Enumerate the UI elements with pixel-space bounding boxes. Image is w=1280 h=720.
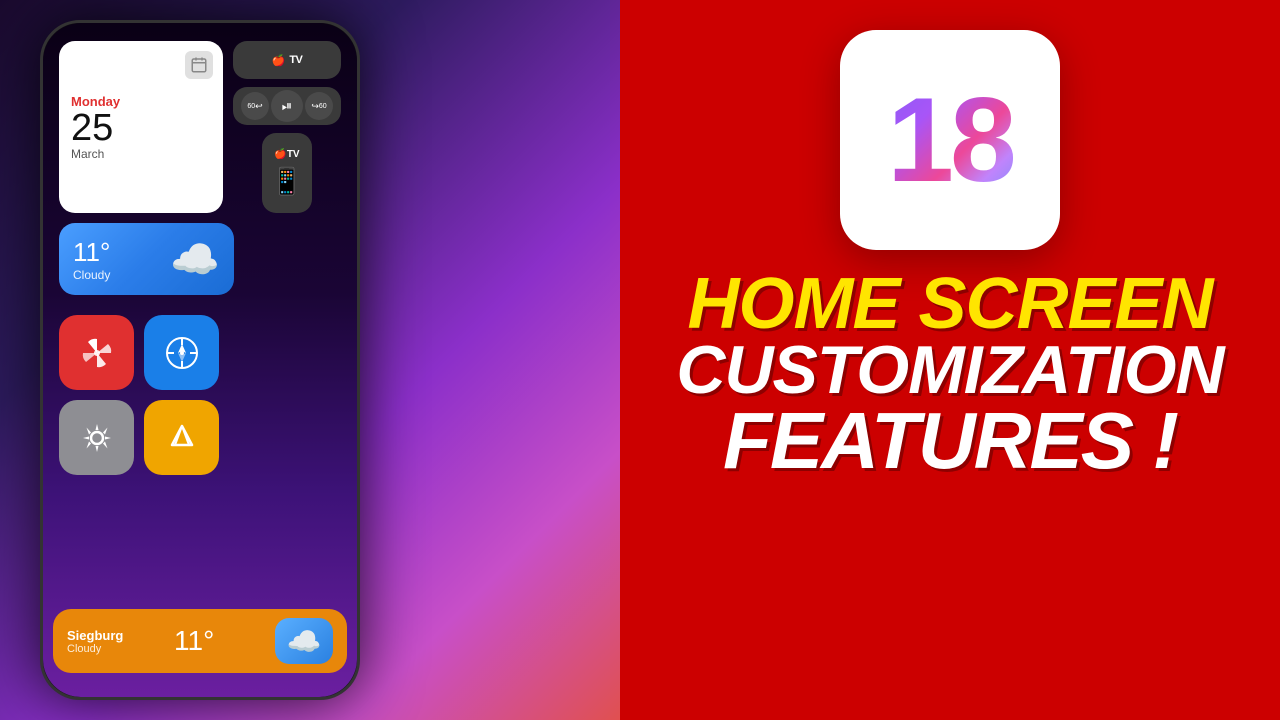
bottom-city-info: Siegburg Cloudy <box>67 628 123 655</box>
phone-mockup: Monday 25 March 🍎 TV <box>40 20 360 700</box>
title-line-1: HOME SCREEN <box>676 270 1223 338</box>
skip-forward-num: 60 <box>319 103 327 110</box>
skip-back-icon: ↩ <box>255 101 263 112</box>
tv-remote-widget: 🍎TV 📱 <box>262 133 312 213</box>
settings-app-icon[interactable] <box>59 400 134 475</box>
weather-description: Cloudy <box>73 268 110 282</box>
media-controls-widget: 60 ↩ ⏯ ↪ 60 <box>233 87 341 125</box>
calendar-icon <box>185 51 213 79</box>
title-line-3: FEATURES ! <box>676 403 1223 479</box>
google-drive-app-icon[interactable] <box>144 400 219 475</box>
weather-cloud-icon: ☁️ <box>170 236 220 283</box>
skip-back-button[interactable]: 60 ↩ <box>241 92 269 120</box>
bottom-weather-bar: Siegburg Cloudy 11° ☁️ <box>53 609 347 673</box>
app-icons-container <box>59 315 234 475</box>
tv-widget: 🍎 TV 60 ↩ ⏯ ↪ 60 <box>233 41 341 213</box>
weather-info: 11° Cloudy <box>73 237 110 282</box>
ios18-version-text: 18 <box>887 80 1012 200</box>
media-controls: 60 ↩ ⏯ ↪ 60 <box>241 90 333 122</box>
safari-app-icon[interactable] <box>144 315 219 390</box>
play-pause-button[interactable]: ⏯ <box>271 90 303 122</box>
pinwheel-svg <box>78 334 116 372</box>
title-block: HOME SCREEN CUSTOMIZATION FEATURES ! <box>646 270 1253 479</box>
date-number: 25 <box>71 109 211 147</box>
bottom-temperature: 11° <box>174 625 214 657</box>
appletv-logo-widget: 🍎 TV <box>233 41 341 79</box>
appletv-remote-label: 🍎TV <box>274 149 299 160</box>
title-line-2: CUSTOMIZATION <box>676 338 1223 403</box>
weather-row: 11° Cloudy ☁️ <box>59 223 341 305</box>
play-pause-icon: ⏯ <box>282 98 292 114</box>
skip-back-num: 60 <box>247 103 255 110</box>
apple-logo-icon: 🍎 <box>272 54 286 67</box>
skip-forward-icon: ↪ <box>311 101 319 112</box>
settings-svg <box>78 419 116 457</box>
tv-label: TV <box>289 54 302 66</box>
ios18-app-icon: 18 <box>840 30 1060 250</box>
weather-temperature: 11° <box>73 237 110 268</box>
skip-forward-button[interactable]: ↪ 60 <box>305 92 333 120</box>
drive-svg <box>163 419 201 457</box>
date-widget: Monday 25 March <box>59 41 223 213</box>
compass-svg <box>163 334 201 372</box>
bottom-city-name: Siegburg <box>67 628 123 643</box>
phone-screen: Monday 25 March 🍎 TV <box>43 23 357 697</box>
top-widgets-row: Monday 25 March 🍎 TV <box>59 41 341 213</box>
pinwheel-app-icon[interactable] <box>59 315 134 390</box>
remote-icon: 📱 <box>271 166 303 197</box>
bottom-weather-desc: Cloudy <box>67 643 123 655</box>
app-grid <box>59 315 341 475</box>
bottom-cloud-icon: ☁️ <box>275 618 333 664</box>
date-month: March <box>71 147 211 161</box>
right-branding-section: 18 HOME SCREEN CUSTOMIZATION FEATURES ! <box>620 0 1280 720</box>
weather-widget: 11° Cloudy ☁️ <box>59 223 234 295</box>
